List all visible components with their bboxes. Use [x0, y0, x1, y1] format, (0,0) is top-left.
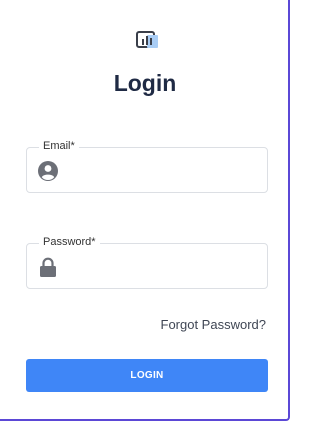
email-input[interactable]: [67, 158, 259, 184]
email-label: Email*: [39, 140, 79, 152]
email-field[interactable]: Email*: [26, 140, 268, 193]
password-label: Password*: [39, 236, 100, 248]
page-title: Login: [113, 70, 177, 96]
user-circle-icon: [37, 160, 59, 182]
lock-icon: [37, 256, 59, 278]
login-button[interactable]: LOGIN: [26, 359, 268, 392]
chart-logo-icon: [136, 30, 160, 50]
password-field[interactable]: Password*: [26, 236, 268, 289]
forgot-password-link[interactable]: Forgot Password?: [161, 317, 267, 332]
password-input[interactable]: [67, 254, 259, 280]
